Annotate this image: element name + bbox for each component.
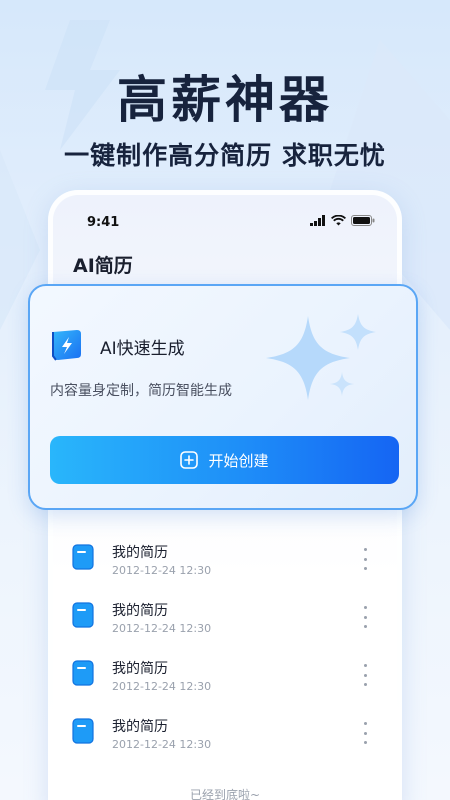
headline: 高薪神器 [117,71,333,129]
document-icon [72,602,94,628]
app-title: AI简历 [73,255,133,277]
more-options-icon[interactable] [358,606,372,628]
resume-date: 2012-12-24 12:30 [112,738,212,751]
card-description: 内容量身定制，简历智能生成 [50,383,232,399]
list-item[interactable]: 我的简历 2012-12-24 12:30 [56,526,394,584]
end-of-list-note: 已经到底啦~ [189,788,261,800]
resume-name: 我的简历 [112,545,168,561]
more-options-icon[interactable] [358,722,372,744]
status-time: 9:41 [87,215,120,230]
resume-date: 2012-12-24 12:30 [112,680,212,693]
document-icon [72,660,94,686]
more-options-icon[interactable] [358,548,372,570]
sparkle-icon [266,314,376,400]
list-item[interactable]: 我的简历 2012-12-24 12:30 [56,700,394,758]
battery-icon [351,215,375,226]
resume-name: 我的简历 [112,661,168,677]
document-icon [72,544,94,570]
list-item[interactable]: 我的简历 2012-12-24 12:30 [56,642,394,700]
lightning-icon [52,330,81,361]
plus-square-icon [180,451,199,469]
ai-generate-card: AI快速生成 内容量身定制，简历智能生成 开始创建 [28,284,418,510]
start-create-label: 开始创建 [208,451,269,470]
signal-icon [310,215,325,226]
start-create-button[interactable]: 开始创建 [50,436,399,484]
resume-name: 我的简历 [112,603,168,619]
list-item[interactable]: 我的简历 2012-12-24 12:30 [56,584,394,642]
more-options-icon[interactable] [358,664,372,686]
resume-list: 我的简历 2012-12-24 12:30 我的简历 2012-12-24 12… [56,526,394,758]
resume-date: 2012-12-24 12:30 [112,622,212,635]
status-icons [310,215,375,226]
subline: 一键制作高分简历 求职无忧 [64,141,386,170]
card-title: AI快速生成 [100,339,185,359]
resume-date: 2012-12-24 12:30 [112,564,212,577]
wifi-icon [331,215,346,226]
document-icon [72,718,94,744]
resume-name: 我的简历 [112,719,168,735]
